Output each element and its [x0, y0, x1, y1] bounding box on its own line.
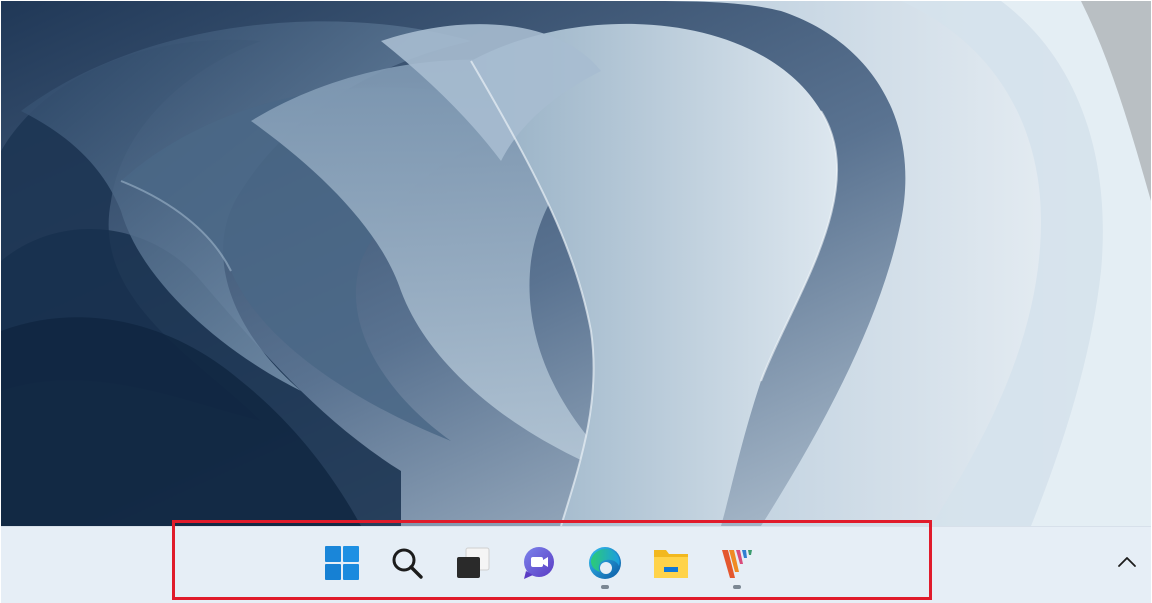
edge-icon [589, 547, 621, 579]
edge-running-indicator [601, 585, 609, 589]
chevron-up-icon [1118, 557, 1136, 567]
taskbar [1, 526, 1151, 603]
file-explorer-button[interactable] [651, 543, 691, 583]
show-hidden-icons-button[interactable] [1114, 550, 1140, 574]
task-view-button[interactable] [453, 543, 493, 583]
start-icon [325, 546, 359, 580]
app-running-indicator [733, 585, 741, 589]
search-icon [392, 548, 423, 579]
chat-icon [524, 547, 554, 579]
wallpaper-image [1, 1, 1151, 526]
chat-button[interactable] [519, 543, 559, 583]
search-button[interactable] [387, 543, 427, 583]
app-button[interactable] [717, 543, 757, 583]
edge-button[interactable] [585, 543, 625, 583]
app-icon [722, 550, 752, 578]
desktop [1, 1, 1151, 526]
start-button[interactable] [322, 543, 362, 583]
task-view-icon [457, 547, 490, 578]
file-explorer-icon [654, 550, 688, 578]
